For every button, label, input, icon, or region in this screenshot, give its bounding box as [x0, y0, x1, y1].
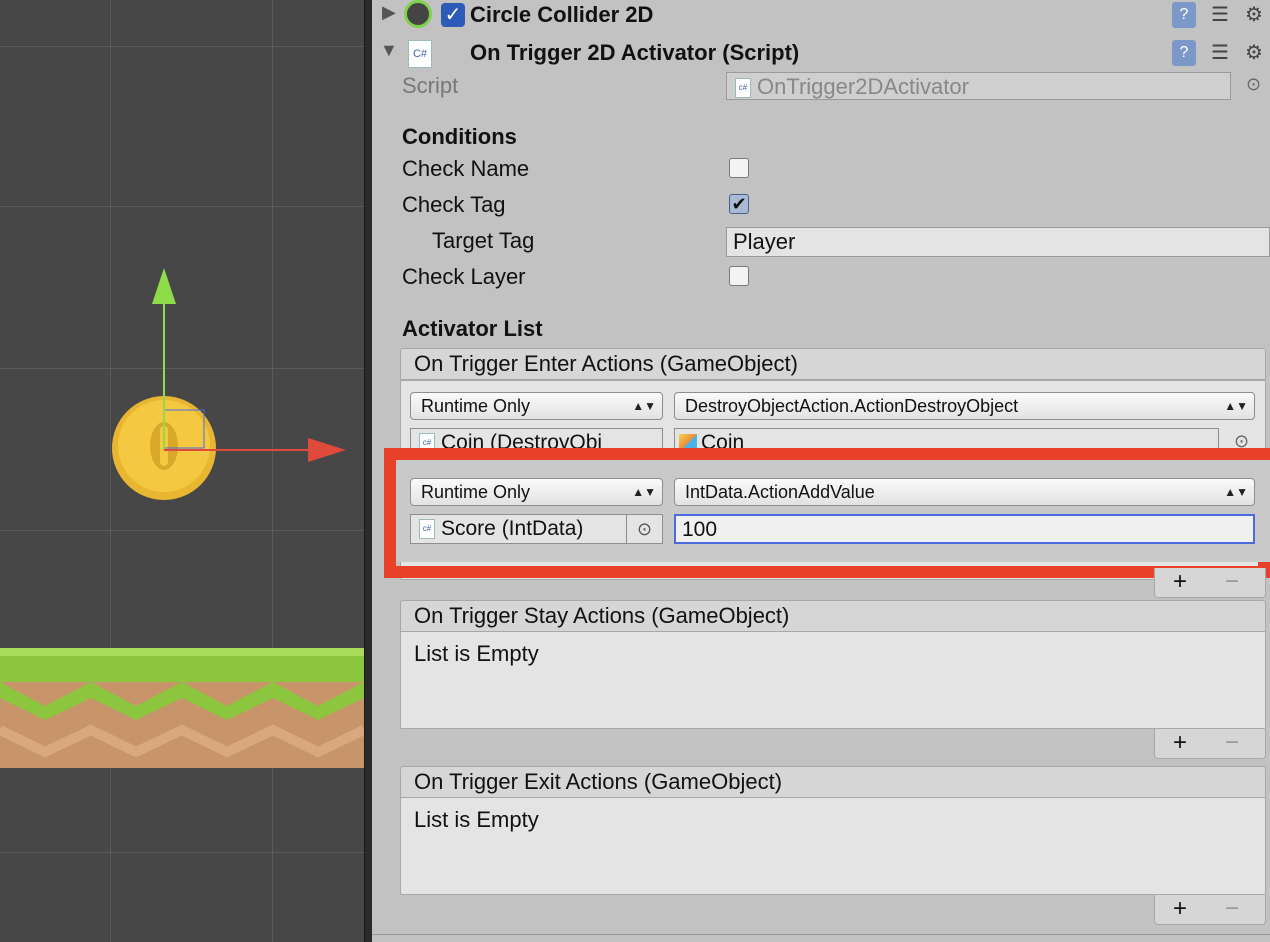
method-dropdown[interactable]: DestroyObjectAction.ActionDestroyObject ▲… [674, 392, 1255, 420]
gear-icon[interactable]: ⚙ [1242, 40, 1266, 66]
runtime-mode-dropdown[interactable]: Runtime Only ▲▼ [410, 392, 663, 420]
move-gizmo[interactable] [140, 262, 350, 462]
add-button[interactable]: + [1173, 895, 1187, 923]
exit-actions-list: List is Empty [400, 797, 1266, 895]
chevron-updown-icon: ▲▼ [632, 485, 656, 499]
check-tag-checkbox[interactable]: ✔ [729, 194, 749, 214]
chevron-updown-icon: ▲▼ [1224, 399, 1248, 413]
activator-list-header: Activator List [402, 316, 543, 341]
panel-splitter[interactable] [364, 0, 372, 942]
target-tag-field[interactable]: Player [726, 227, 1270, 257]
script-icon: c# [419, 519, 435, 540]
grid-line [0, 206, 364, 207]
method-dropdown[interactable]: IntData.ActionAddValue ▲▼ [674, 478, 1255, 506]
stay-actions-title: On Trigger Stay Actions (GameObject) [414, 603, 790, 628]
object-picker-icon[interactable]: ⊙ [626, 514, 663, 544]
check-name-checkbox[interactable] [729, 158, 749, 178]
dropdown-value: Runtime Only [421, 396, 531, 416]
target-object-value: Score (IntData) [441, 517, 584, 540]
script-value: OnTrigger2DActivator [757, 74, 969, 99]
stay-actions-header: On Trigger Stay Actions (GameObject) [400, 600, 1266, 632]
enter-list-footer: + − [1154, 568, 1266, 598]
script-icon: c# [735, 78, 751, 99]
x-axis-arrow [308, 438, 346, 462]
dropdown-value: IntData.ActionAddValue [685, 482, 875, 502]
expand-arrow-icon[interactable]: ▶ [382, 2, 396, 23]
dropdown-value: DestroyObjectAction.ActionDestroyObject [685, 396, 1019, 416]
help-icon[interactable]: ? [1172, 40, 1196, 66]
inspector-panel: ▶ ✓ Circle Collider 2D ? ☰ ⚙ ▼ C# On Tri… [372, 0, 1270, 942]
ground-tile [0, 648, 364, 768]
chevron-updown-icon: ▲▼ [632, 399, 656, 413]
y-axis-arrow [152, 268, 176, 304]
enabled-checkbox[interactable]: ✓ [441, 3, 465, 27]
remove-button[interactable]: − [1225, 895, 1239, 923]
circle-collider-header[interactable]: ▶ ✓ Circle Collider 2D ? ☰ ⚙ [372, 0, 1270, 30]
empty-list-text: List is Empty [414, 641, 539, 666]
exit-actions-header: On Trigger Exit Actions (GameObject) [400, 766, 1266, 798]
component-title: On Trigger 2D Activator (Script) [470, 40, 800, 65]
divider [372, 934, 1270, 935]
highlighted-item [396, 460, 1270, 562]
stay-actions-list: List is Empty [400, 631, 1266, 729]
grid-line [272, 0, 273, 942]
script-label: Script [402, 73, 459, 98]
dropdown-value: Runtime Only [421, 482, 531, 502]
add-button[interactable]: + [1173, 568, 1187, 596]
check-layer-label: Check Layer [402, 264, 526, 289]
add-button[interactable]: + [1173, 729, 1187, 757]
script-field[interactable]: c# OnTrigger2DActivator [726, 72, 1231, 100]
exit-list-footer: + − [1154, 895, 1266, 925]
chevron-updown-icon: ▲▼ [1224, 485, 1248, 499]
remove-button[interactable]: − [1225, 729, 1239, 757]
value-input[interactable]: 100 [674, 514, 1255, 544]
enter-actions-title: On Trigger Enter Actions (GameObject) [414, 351, 798, 376]
object-picker-icon[interactable]: ⊙ [1246, 74, 1261, 95]
help-icon[interactable]: ? [1172, 2, 1196, 28]
gear-icon[interactable]: ⚙ [1242, 2, 1266, 28]
component-title: Circle Collider 2D [470, 2, 654, 27]
collider-icon [404, 0, 432, 28]
enter-actions-header: On Trigger Enter Actions (GameObject) [400, 348, 1266, 380]
presets-icon[interactable]: ☰ [1208, 2, 1232, 28]
remove-button[interactable]: − [1225, 568, 1239, 596]
grid-line [0, 852, 364, 853]
empty-list-text: List is Empty [414, 807, 539, 832]
collapse-arrow-icon[interactable]: ▼ [380, 40, 398, 61]
script-component-header[interactable]: ▼ C# On Trigger 2D Activator (Script) ? … [372, 36, 1270, 70]
target-object-field[interactable]: c# Score (IntData) [410, 514, 627, 544]
check-name-label: Check Name [402, 156, 530, 181]
check-layer-checkbox[interactable] [729, 266, 749, 286]
grid-line [0, 46, 364, 47]
script-icon: C# [408, 40, 432, 68]
exit-actions-title: On Trigger Exit Actions (GameObject) [414, 769, 783, 794]
runtime-mode-dropdown[interactable]: Runtime Only ▲▼ [410, 478, 663, 506]
grid-line [0, 530, 364, 531]
target-tag-label: Target Tag [432, 228, 535, 253]
conditions-header: Conditions [402, 124, 517, 149]
presets-icon[interactable]: ☰ [1208, 40, 1232, 66]
scene-view[interactable] [0, 0, 364, 942]
stay-list-footer: + − [1154, 729, 1266, 759]
check-tag-label: Check Tag [402, 192, 506, 217]
